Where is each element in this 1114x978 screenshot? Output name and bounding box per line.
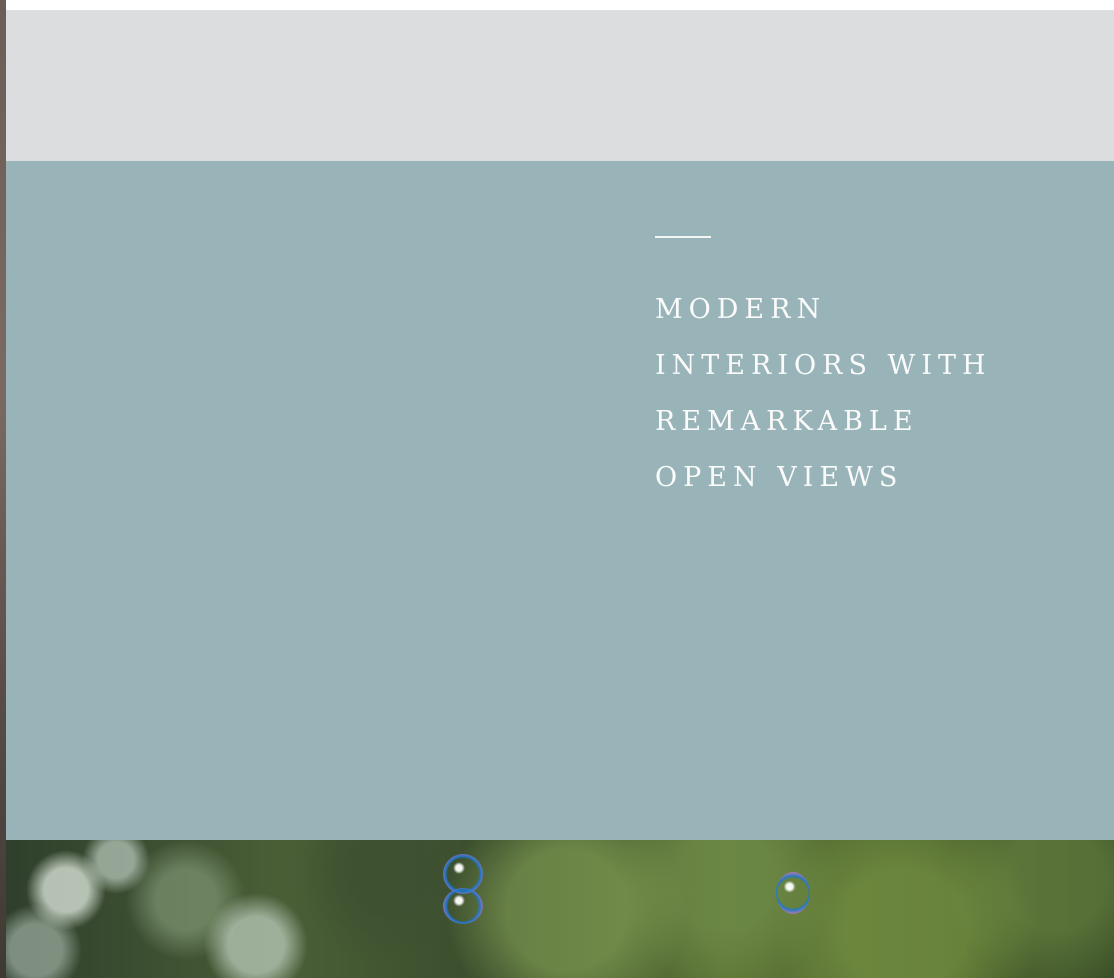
top-white-strip xyxy=(6,0,1114,10)
headline-line-3: REMARKABLE xyxy=(655,406,919,437)
nature-photo-strip xyxy=(6,840,1114,978)
hero-headline: MODERN INTERIORS WITH REMARKABLE OPEN VI… xyxy=(655,282,1095,506)
headline-line-2: INTERIORS WITH xyxy=(655,350,992,381)
headline-line-1: MODERN xyxy=(655,294,827,325)
header-gray-band xyxy=(6,10,1114,161)
soap-bubble-icon xyxy=(776,872,810,914)
soap-bubble-icon xyxy=(443,888,483,924)
accent-line-icon xyxy=(655,236,711,238)
page: MODERN INTERIORS WITH REMARKABLE OPEN VI… xyxy=(0,0,1114,978)
headline-line-4: OPEN VIEWS xyxy=(655,462,904,493)
